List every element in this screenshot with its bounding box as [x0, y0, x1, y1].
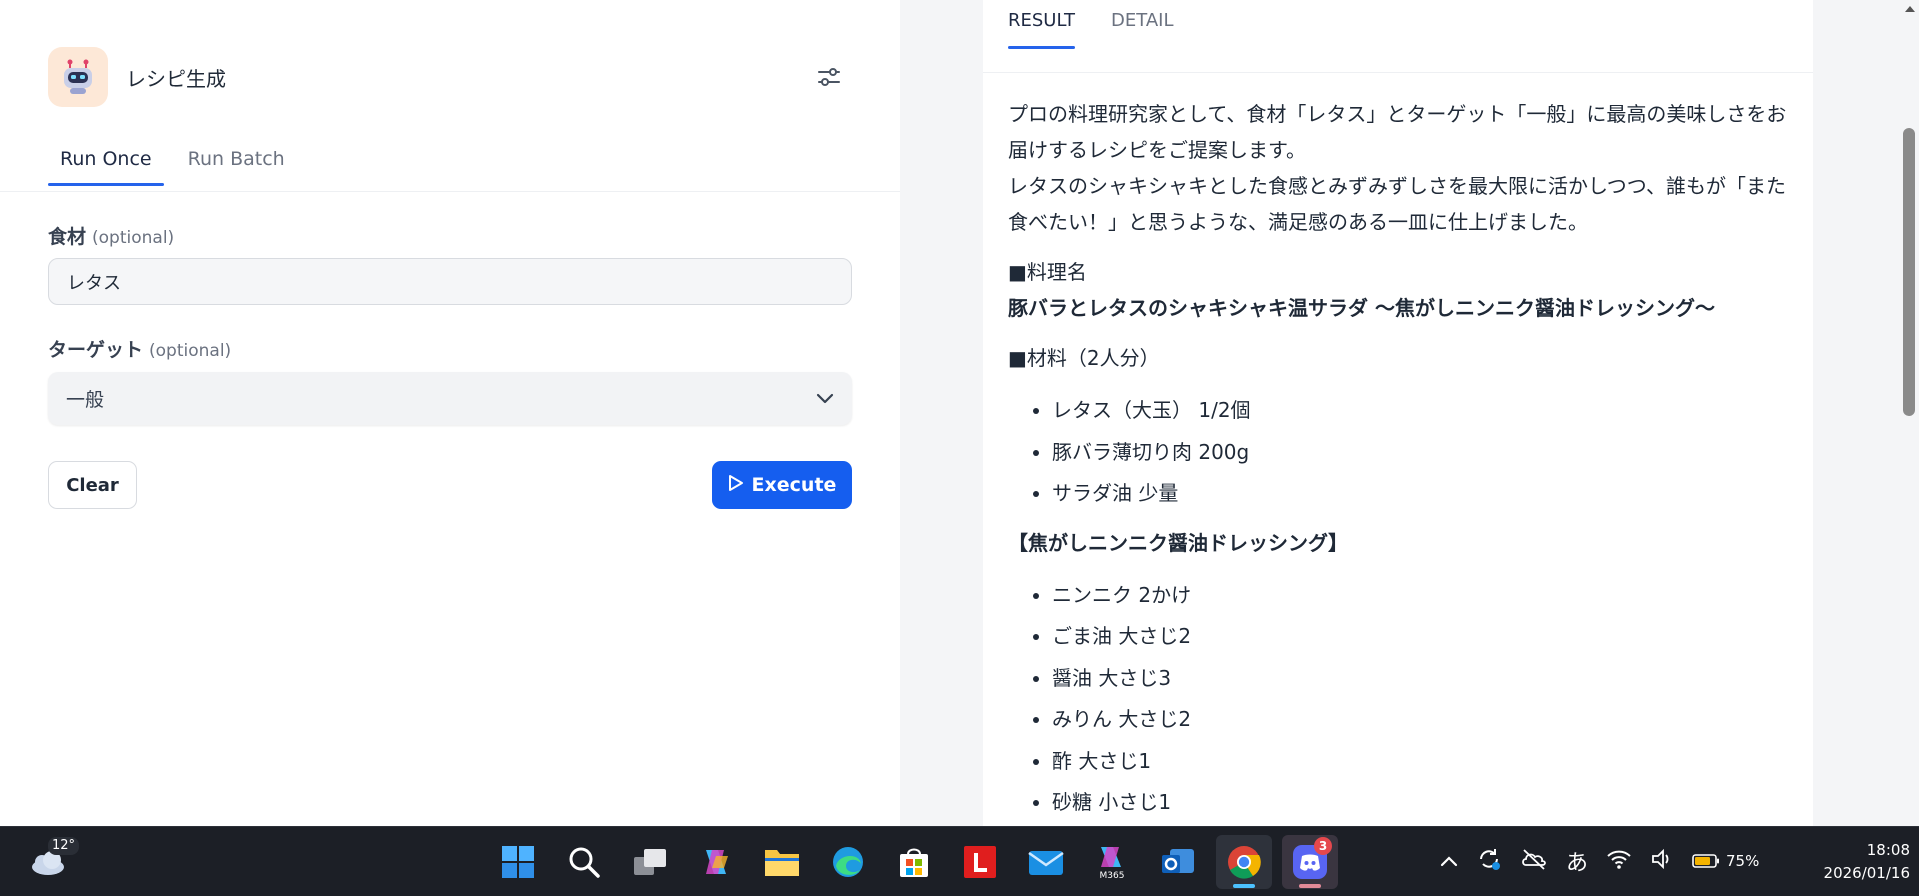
- ingredients-heading: ■材料（2人分）: [1008, 346, 1160, 370]
- ime-indicator[interactable]: あ: [1566, 845, 1588, 877]
- ingredient-input-value: レタス: [67, 272, 121, 294]
- running-indicator: [1299, 884, 1321, 888]
- execute-button[interactable]: Execute: [712, 461, 852, 509]
- chrome-browser-icon[interactable]: [1216, 835, 1272, 889]
- battery-icon[interactable]: 75%: [1692, 852, 1759, 870]
- search-icon[interactable]: [556, 835, 612, 889]
- outlook-icon[interactable]: [1150, 835, 1206, 889]
- divider: [983, 72, 1813, 73]
- app-title: レシピ生成: [126, 66, 226, 91]
- l-app-icon[interactable]: [952, 835, 1008, 889]
- divider: [0, 191, 900, 192]
- list-item: サラダ油 少量: [1052, 473, 1798, 515]
- intro-line-1: プロの料理研究家として、食材「レタス」とターゲット「一般」に最高の美味しさをお届…: [1008, 102, 1787, 162]
- system-tray: あ 75%: [1440, 841, 1759, 881]
- list-item: ごま油 大さじ2: [1052, 616, 1798, 658]
- target-select[interactable]: 一般: [48, 372, 852, 425]
- target-optional-hint: (optional): [149, 341, 232, 361]
- clock-time: 18:08: [1866, 841, 1910, 859]
- settings-sliders-icon[interactable]: [816, 64, 842, 90]
- weather-temperature: 12°: [48, 837, 80, 855]
- list-item: 豚バラ薄切り肉 200g: [1052, 432, 1798, 474]
- battery-percentage: 75%: [1726, 852, 1760, 870]
- scroll-up-arrow-icon[interactable]: [1905, 6, 1915, 12]
- intro-text: プロの料理研究家として、食材「レタス」とターゲット「一般」に最高の美味しさをお届…: [1008, 96, 1798, 240]
- volume-icon[interactable]: [1650, 848, 1674, 874]
- ingredient-label: 食材 (optional): [48, 222, 174, 249]
- run-panel: レシピ生成 Run Once Run Batch 食材 (optional) レタ…: [0, 0, 900, 826]
- ingredient-optional-hint: (optional): [92, 228, 175, 248]
- file-explorer-icon[interactable]: [754, 835, 810, 889]
- microsoft-365-copilot-icon[interactable]: M365: [1084, 835, 1140, 889]
- list-item: 醤油 大さじ3: [1052, 658, 1798, 700]
- tab-result[interactable]: RESULT: [1008, 10, 1076, 49]
- taskbar-apps: M365 3: [490, 835, 1338, 889]
- mail-icon[interactable]: [1018, 835, 1074, 889]
- robot-app-icon: [48, 47, 108, 107]
- chevron-up-icon[interactable]: [1440, 852, 1458, 871]
- running-indicator: [1233, 884, 1255, 888]
- list-item: 砂糖 小さじ1: [1052, 782, 1798, 824]
- weather-widget[interactable]: 12°: [26, 837, 80, 887]
- svg-text:M365: M365: [1100, 871, 1125, 881]
- tab-detail[interactable]: DETAIL: [1111, 10, 1173, 49]
- microsoft-store-icon[interactable]: [886, 835, 942, 889]
- result-tabs: RESULT DETAIL: [1008, 10, 1174, 49]
- task-view-icon[interactable]: [622, 835, 678, 889]
- list-item: 酢 大さじ1: [1052, 741, 1798, 783]
- discord-icon[interactable]: 3: [1282, 835, 1338, 889]
- clock[interactable]: 18:08 2026/01/16: [1790, 839, 1910, 885]
- copilot-icon[interactable]: [688, 835, 744, 889]
- scrollbar-thumb[interactable]: [1903, 128, 1915, 416]
- dish-heading: ■料理名: [1008, 260, 1087, 284]
- play-icon: [728, 474, 744, 497]
- sync-icon[interactable]: [1476, 846, 1502, 876]
- clear-button[interactable]: Clear: [48, 461, 137, 509]
- chevron-down-icon: [816, 388, 834, 410]
- target-label-text: ターゲット: [48, 339, 144, 361]
- target-label: ターゲット (optional): [48, 335, 231, 362]
- clock-date: 2026/01/16: [1823, 864, 1910, 882]
- tab-run-once[interactable]: Run Once: [48, 148, 164, 186]
- taskbar: 12° M365 3 あ 75% 18:08 2026/01/16: [0, 826, 1919, 896]
- cloud-offline-icon[interactable]: [1520, 847, 1548, 875]
- start-windows-icon[interactable]: [490, 835, 546, 889]
- target-select-value: 一般: [66, 389, 105, 411]
- list-item: ニンニク 2かけ: [1052, 575, 1798, 617]
- list-item: レタス（大玉） 1/2個: [1052, 390, 1798, 432]
- execute-button-label: Execute: [751, 474, 837, 496]
- list-item: みりん 大さじ2: [1052, 699, 1798, 741]
- dressing-heading: 【焦がしニンニク醤油ドレッシング】: [1008, 530, 1348, 555]
- edge-browser-icon[interactable]: [820, 835, 876, 889]
- wifi-icon[interactable]: [1606, 848, 1632, 874]
- notification-badge: 3: [1314, 837, 1332, 855]
- run-mode-tabs: Run Once Run Batch: [48, 148, 297, 186]
- ingredients-list: レタス（大玉） 1/2個 豚バラ薄切り肉 200g サラダ油 少量: [1008, 390, 1798, 515]
- dish-name: 豚バラとレタスのシャキシャキ温サラダ 〜焦がしニンニク醤油ドレッシング〜: [1008, 296, 1715, 320]
- result-card: RESULT DETAIL プロの料理研究家として、食材「レタス」とターゲット「…: [983, 0, 1813, 826]
- intro-line-2: レタスのシャキシャキとした食感とみずみずしさを最大限に活かしつつ、誰もが「また食…: [1008, 174, 1786, 234]
- ingredient-label-text: 食材: [48, 226, 87, 248]
- ingredient-input[interactable]: レタス: [48, 258, 852, 305]
- dish-section: ■料理名 豚バラとレタスのシャキシャキ温サラダ 〜焦がしニンニク醤油ドレッシング…: [1008, 254, 1798, 326]
- result-content: プロの料理研究家として、食材「レタス」とターゲット「一般」に最高の美味しさをお届…: [1008, 96, 1798, 826]
- tab-run-batch[interactable]: Run Batch: [176, 148, 297, 186]
- dressing-list: ニンニク 2かけ ごま油 大さじ2 醤油 大さじ3 みりん 大さじ2 酢 大さじ…: [1008, 575, 1798, 824]
- app-header: レシピ生成: [48, 47, 226, 107]
